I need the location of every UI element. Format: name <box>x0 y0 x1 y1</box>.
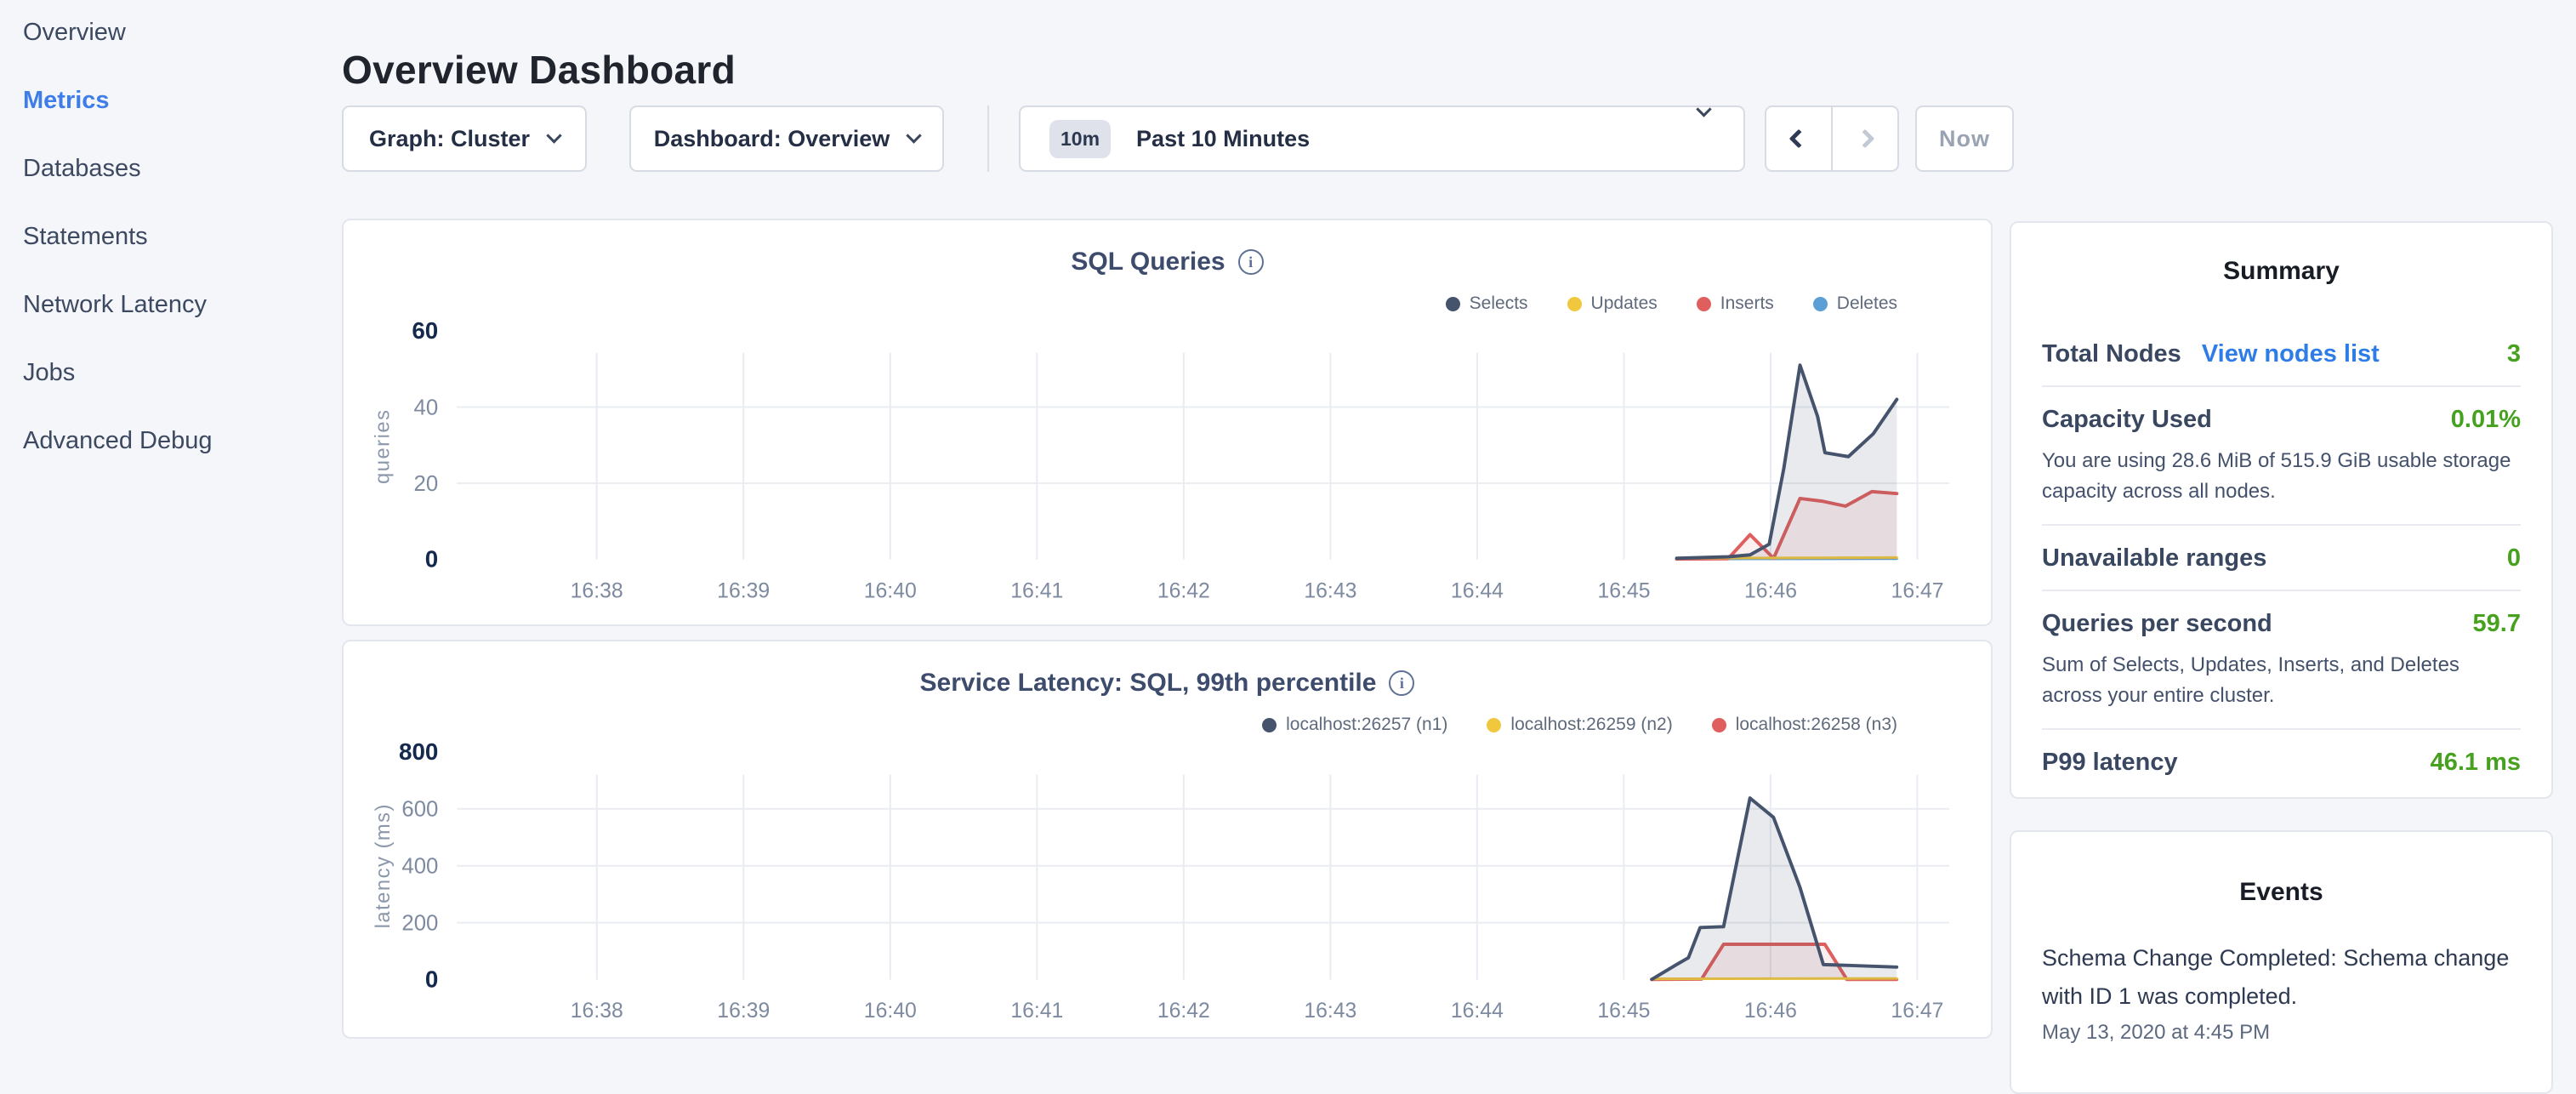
svg-text:60: 60 <box>412 317 438 344</box>
chevron-right-icon <box>1856 129 1875 149</box>
svg-text:800: 800 <box>399 738 438 765</box>
svg-text:16:42: 16:42 <box>1157 579 1210 602</box>
svg-text:16:44: 16:44 <box>1451 1000 1504 1023</box>
summary-rows: Total Nodes View nodes list 3 Capacity Used… <box>2042 322 2521 794</box>
time-range-badge: 10m <box>1049 120 1111 158</box>
graph-scope-dropdown-label: Graph: Cluster <box>369 126 530 152</box>
svg-text:queries: queries <box>372 409 395 484</box>
svg-text:16:38: 16:38 <box>571 579 623 602</box>
svg-text:16:43: 16:43 <box>1304 579 1356 602</box>
summary-label: Total Nodes <box>2042 340 2181 368</box>
svg-text:16:43: 16:43 <box>1304 1000 1356 1023</box>
time-range-label: Past 10 Minutes <box>1136 126 1310 152</box>
sidebar-item-overview[interactable]: Overview <box>0 15 323 49</box>
sql-queries-chart-card: SQL Queries i SelectsUpdatesInsertsDelet… <box>342 219 1993 626</box>
svg-text:16:39: 16:39 <box>717 1000 770 1023</box>
summary-value: 0 <box>2507 544 2521 573</box>
sql-queries-plot[interactable]: 16:38 16:39 16:40 16:41 16:42 16:43 16:44 16:45… <box>344 220 1991 624</box>
summary-value: 59.7 <box>2473 610 2521 638</box>
chevron-down-icon <box>546 128 561 143</box>
chevron-down-icon <box>907 128 922 143</box>
now-button[interactable]: Now <box>1915 105 2014 172</box>
svg-text:16:47: 16:47 <box>1891 1000 1943 1023</box>
chevron-left-icon <box>1789 129 1809 149</box>
service-latency-plot[interactable]: 16:38 16:39 16:40 16:41 16:42 16:43 16:44 16:45… <box>344 641 1991 1037</box>
time-pager <box>1765 105 1899 172</box>
summary-label: Unavailable ranges <box>2042 544 2266 573</box>
svg-text:400: 400 <box>401 855 438 879</box>
svg-text:16:45: 16:45 <box>1597 1000 1650 1023</box>
svg-text:16:47: 16:47 <box>1891 579 1944 602</box>
svg-text:20: 20 <box>414 472 439 496</box>
next-time-button[interactable] <box>1831 107 1897 170</box>
svg-text:600: 600 <box>401 798 438 822</box>
sidebar-item-metrics[interactable]: Metrics <box>0 83 323 117</box>
svg-text:16:45: 16:45 <box>1597 579 1650 602</box>
svg-text:0: 0 <box>425 966 438 993</box>
event-text: Schema Change Completed: Schema change w… <box>2042 939 2521 1016</box>
events-list: Schema Change Completed: Schema change w… <box>2042 939 2521 1045</box>
svg-text:40: 40 <box>414 396 439 419</box>
sidebar-nav: Overview Metrics Databases Statements Networ… <box>0 0 323 492</box>
summary-desc: You are using 28.6 MiB of 515.9 GiB usab… <box>2042 446 2521 507</box>
summary-row: Capacity Used 0.01% You are using 28.6 MiB… <box>2042 385 2521 524</box>
summary-row: Queries per second 59.7 Sum of Selects, Up… <box>2042 590 2521 728</box>
summary-value: 46.1 ms <box>2431 749 2521 777</box>
chevron-down-icon <box>1696 101 1711 117</box>
summary-value: 3 <box>2507 340 2521 368</box>
page-title: Overview Dashboard <box>342 47 736 93</box>
event-timestamp: May 13, 2020 at 4:45 PM <box>2042 1021 2521 1045</box>
view-nodes-list-link[interactable]: View nodes list <box>2202 340 2380 368</box>
svg-text:16:40: 16:40 <box>864 579 917 602</box>
dashboard-dropdown-label: Dashboard: Overview <box>654 126 890 152</box>
summary-label: P99 latency <box>2042 749 2178 777</box>
events-panel: Events Schema Change Completed: Schema c… <box>2010 830 2553 1094</box>
svg-text:16:39: 16:39 <box>717 579 770 602</box>
svg-text:16:46: 16:46 <box>1744 1000 1797 1023</box>
event-item: Schema Change Completed: Schema change w… <box>2042 939 2521 1045</box>
summary-row: P99 latency 46.1 ms <box>2042 728 2521 794</box>
summary-row: Unavailable ranges 0 <box>2042 524 2521 590</box>
time-range-dropdown[interactable]: 10m Past 10 Minutes <box>1019 105 1745 172</box>
sidebar-item-statements[interactable]: Statements <box>0 219 323 254</box>
summary-label: Queries per second <box>2042 610 2272 638</box>
sidebar-item-databases[interactable]: Databases <box>0 151 323 185</box>
events-panel-title: Events <box>2011 878 2551 907</box>
svg-text:16:40: 16:40 <box>864 1000 917 1023</box>
svg-text:16:44: 16:44 <box>1451 579 1504 602</box>
svg-text:0: 0 <box>425 546 438 573</box>
svg-text:16:42: 16:42 <box>1157 1000 1210 1023</box>
sidebar-item-advanced-debug[interactable]: Advanced Debug <box>0 424 323 458</box>
svg-text:16:46: 16:46 <box>1744 579 1797 602</box>
summary-panel: Summary Total Nodes View nodes list 3 Capac… <box>2010 221 2553 799</box>
summary-value: 0.01% <box>2451 406 2521 434</box>
prev-time-button[interactable] <box>1766 107 1831 170</box>
svg-text:200: 200 <box>401 912 438 936</box>
graph-scope-dropdown[interactable]: Graph: Cluster <box>342 105 587 172</box>
svg-text:16:41: 16:41 <box>1010 1000 1063 1023</box>
summary-panel-title: Summary <box>2011 257 2551 286</box>
svg-text:16:38: 16:38 <box>571 1000 623 1023</box>
sidebar-item-network-latency[interactable]: Network Latency <box>0 288 323 322</box>
svg-text:latency (ms): latency (ms) <box>372 803 395 928</box>
summary-label: Capacity Used <box>2042 406 2212 434</box>
summary-row: Total Nodes View nodes list 3 <box>2042 322 2521 385</box>
svg-text:16:41: 16:41 <box>1010 579 1063 602</box>
toolbar-divider <box>987 105 989 172</box>
sidebar-item-jobs[interactable]: Jobs <box>0 356 323 390</box>
service-latency-chart-card: Service Latency: SQL, 99th percentile i … <box>342 640 1993 1039</box>
summary-desc: Sum of Selects, Updates, Inserts, and De… <box>2042 650 2521 711</box>
dashboard-dropdown[interactable]: Dashboard: Overview <box>629 105 944 172</box>
